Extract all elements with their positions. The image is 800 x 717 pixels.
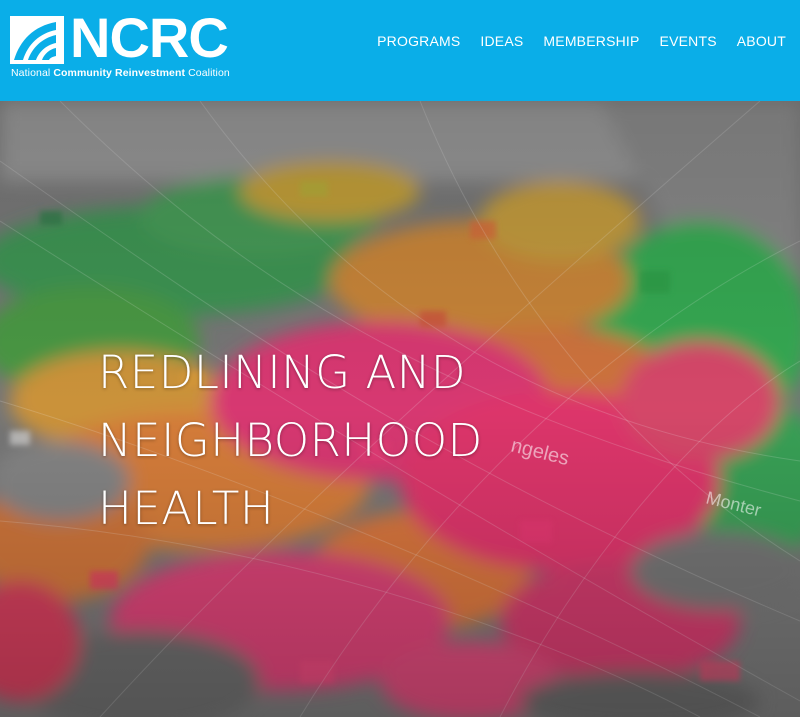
ncrc-logo[interactable]: NCRC National Community Reinvestment Coa… bbox=[10, 6, 230, 79]
hero-banner: ngeles Monter REDLINING AND NEIGHBORHOOD… bbox=[0, 101, 800, 717]
tagline-part: Coalition bbox=[185, 67, 230, 79]
nav-membership[interactable]: MEMBERSHIP bbox=[543, 33, 639, 49]
tagline-part-bold: Community Reinvestment bbox=[53, 67, 186, 79]
logo-tagline: National Community Reinvestment Coalitio… bbox=[11, 67, 230, 79]
hero-title: REDLINING AND NEIGHBORHOOD HEALTH bbox=[98, 339, 483, 543]
nav-programs[interactable]: PROGRAMS bbox=[377, 33, 460, 49]
hero-title-line: REDLINING AND bbox=[98, 346, 467, 399]
main-nav: PROGRAMS IDEAS MEMBERSHIP EVENTS ABOUT bbox=[377, 33, 786, 49]
hero-title-line: HEALTH bbox=[98, 482, 275, 535]
nav-events[interactable]: EVENTS bbox=[660, 33, 717, 49]
ncrc-logo-mark-icon bbox=[10, 16, 64, 64]
tagline-part: National bbox=[11, 67, 54, 79]
site-header: NCRC National Community Reinvestment Coa… bbox=[0, 0, 800, 101]
nav-about[interactable]: ABOUT bbox=[737, 33, 786, 49]
logo-wordmark: NCRC bbox=[70, 6, 229, 69]
hero-title-line: NEIGHBORHOOD bbox=[98, 414, 483, 467]
nav-ideas[interactable]: IDEAS bbox=[480, 33, 523, 49]
